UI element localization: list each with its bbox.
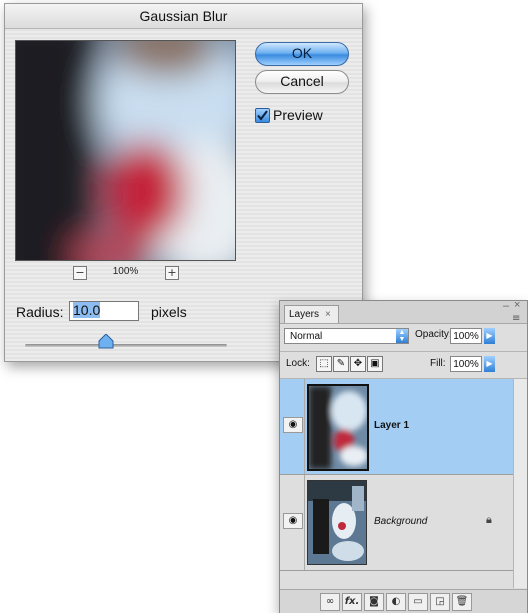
blend-mode-value: Normal: [290, 331, 323, 342]
lock-label: Lock:: [286, 358, 310, 369]
panel-topbar: Layers × – × ≡: [280, 299, 527, 324]
cancel-button[interactable]: Cancel: [255, 70, 349, 94]
opacity-input[interactable]: 100%: [450, 328, 482, 344]
adjustment-icon[interactable]: ◐: [386, 593, 406, 611]
group-folder-icon[interactable]: ▭: [408, 593, 428, 611]
checkmark-icon: [257, 110, 268, 121]
background-thumbnail-image: [308, 481, 366, 564]
radius-value: 10.0: [73, 302, 101, 318]
layers-scrollbar[interactable]: [513, 379, 527, 588]
lock-position-move-icon[interactable]: ✥: [350, 356, 366, 372]
trash-icon[interactable]: 🗑︎: [452, 593, 472, 611]
zoom-controls: − 100% +: [15, 266, 236, 282]
preview-checkbox[interactable]: [255, 108, 270, 123]
lock-image-brush-icon[interactable]: ✎: [333, 356, 349, 372]
opacity-slider-arrow-icon[interactable]: ▶: [484, 328, 495, 344]
new-layer-icon[interactable]: ◲: [430, 593, 450, 611]
fill-label: Fill:: [430, 358, 446, 369]
blur-preview-image: [16, 41, 235, 260]
divider: [304, 475, 305, 570]
layer-lock-icon: 🔒︎: [486, 513, 492, 526]
link-icon[interactable]: ∞: [320, 593, 340, 611]
lock-row: Lock: ⬚ ✎ ✥ ▣ Fill: 100% ▶: [280, 352, 527, 379]
mask-icon[interactable]: ◙: [364, 593, 384, 611]
slider-thumb-icon[interactable]: [98, 334, 114, 349]
layers-list: ◉ Layer 1 ◉ Background 🔒︎: [280, 379, 513, 588]
zoom-in-button[interactable]: +: [165, 266, 179, 280]
blend-row: Normal ▲ ▼ Opacity: 100% ▶: [280, 325, 527, 352]
opacity-label: Opacity:: [415, 329, 452, 340]
divider: [304, 379, 305, 474]
close-icon[interactable]: ×: [514, 299, 520, 311]
tab-layers[interactable]: Layers ×: [284, 305, 339, 323]
layer-thumbnail-image: [309, 386, 367, 469]
dialog-title: Gaussian Blur: [5, 4, 362, 29]
ok-button[interactable]: OK: [255, 42, 349, 66]
panel-menu-icon[interactable]: ≡: [512, 313, 520, 324]
blur-preview[interactable]: [15, 40, 236, 261]
fx-icon[interactable]: fx.: [342, 593, 362, 611]
layers-panel: Layers × – × ≡ Normal ▲ ▼ Opacity: 100% ▶…: [279, 299, 528, 613]
layer-name: Layer 1: [374, 420, 410, 431]
layer-name: Background: [374, 516, 428, 527]
minimize-icon[interactable]: –: [503, 300, 509, 312]
lock-all-icon[interactable]: ▣: [367, 356, 383, 372]
radius-label: Radius:: [16, 304, 64, 320]
fill-slider-arrow-icon[interactable]: ▶: [484, 356, 495, 372]
layer-thumbnail: [307, 384, 369, 471]
units-label: pixels: [151, 304, 187, 320]
zoom-out-button[interactable]: −: [73, 266, 87, 280]
radius-input[interactable]: 10.0: [69, 301, 139, 321]
fill-input[interactable]: 100%: [450, 356, 482, 372]
visibility-eye-icon[interactable]: ◉: [283, 417, 303, 433]
preview-label: Preview: [273, 107, 323, 123]
lock-transparency-icon[interactable]: ⬚: [316, 356, 332, 372]
layer-thumbnail: [307, 480, 367, 565]
tab-close-icon[interactable]: ×: [325, 306, 331, 323]
visibility-eye-icon[interactable]: ◉: [283, 513, 303, 529]
layer-row-layer-1[interactable]: ◉ Layer 1: [280, 379, 513, 475]
panel-footer: ∞ fx. ◙ ◐ ▭ ◲ 🗑︎: [280, 589, 527, 613]
blend-mode-select[interactable]: Normal ▲ ▼: [284, 328, 409, 344]
layer-row-background[interactable]: ◉ Background 🔒︎: [280, 475, 513, 571]
updown-arrow-icon: ▲ ▼: [396, 329, 408, 343]
zoom-level: 100%: [112, 266, 139, 277]
tab-label: Layers: [289, 309, 320, 320]
radius-slider-track[interactable]: [25, 344, 227, 347]
